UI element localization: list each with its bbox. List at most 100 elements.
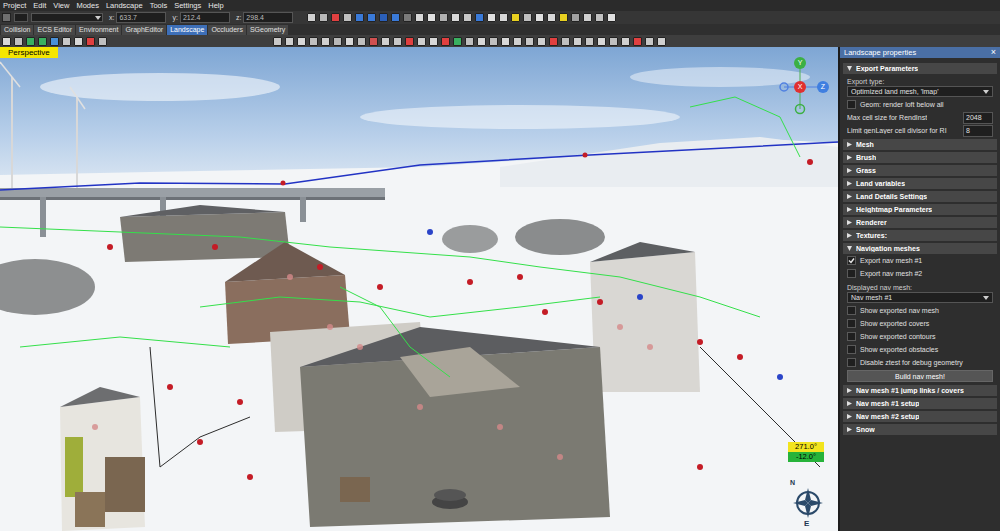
menu-item[interactable]: Tools bbox=[150, 2, 168, 10]
number-field[interactable]: 8 bbox=[963, 125, 993, 137]
section-header[interactable]: Nav mesh #1 jump links / covers bbox=[843, 385, 997, 396]
tool-icon[interactable] bbox=[523, 13, 532, 22]
tool-icon[interactable] bbox=[573, 37, 582, 46]
tool-icon[interactable] bbox=[453, 37, 462, 46]
tool-icon[interactable] bbox=[333, 37, 342, 46]
checkbox-row[interactable]: Geom: render loft below all bbox=[840, 98, 1000, 111]
section-header[interactable]: Textures: bbox=[843, 230, 997, 241]
close-button[interactable]: × bbox=[991, 48, 996, 57]
tool-icon[interactable] bbox=[429, 37, 438, 46]
tool-icon[interactable] bbox=[657, 37, 666, 46]
tool-icon[interactable] bbox=[415, 13, 424, 22]
section-header[interactable]: Heightmap Parameters bbox=[843, 204, 997, 215]
tool-icon[interactable] bbox=[501, 37, 510, 46]
coordinate-value[interactable]: 212.4 bbox=[180, 12, 230, 23]
section-header[interactable]: Export Parameters bbox=[843, 63, 997, 74]
mode-icon[interactable] bbox=[2, 13, 11, 22]
checkbox[interactable] bbox=[847, 358, 856, 367]
tool-icon[interactable] bbox=[86, 37, 95, 46]
tab[interactable]: Occluders bbox=[208, 25, 246, 35]
tool-icon[interactable] bbox=[379, 13, 388, 22]
tool-icon[interactable] bbox=[2, 37, 11, 46]
tool-icon[interactable] bbox=[357, 37, 366, 46]
section-header[interactable]: Snow bbox=[843, 424, 997, 435]
section-header[interactable]: Land Details Settings bbox=[843, 191, 997, 202]
checkbox[interactable] bbox=[847, 256, 856, 265]
tool-icon[interactable] bbox=[38, 37, 47, 46]
tool-icon[interactable] bbox=[50, 37, 59, 46]
tool-icon[interactable] bbox=[513, 37, 522, 46]
tool-icon[interactable] bbox=[439, 13, 448, 22]
tab[interactable]: ECS Editor bbox=[34, 25, 75, 35]
section-header[interactable]: Nav mesh #1 setup bbox=[843, 398, 997, 409]
snap-dropdown[interactable] bbox=[14, 13, 28, 22]
tool-icon[interactable] bbox=[609, 37, 618, 46]
section-header[interactable]: Land variables bbox=[843, 178, 997, 189]
section-header[interactable]: Nav mesh #2 setup bbox=[843, 411, 997, 422]
tool-icon[interactable] bbox=[391, 13, 400, 22]
tool-icon[interactable] bbox=[297, 37, 306, 46]
coordinate-value[interactable]: 298.4 bbox=[243, 12, 293, 23]
tool-icon[interactable] bbox=[393, 37, 402, 46]
button[interactable]: Build nav mesh! bbox=[847, 370, 993, 382]
tool-icon[interactable] bbox=[319, 13, 328, 22]
tool-icon[interactable] bbox=[571, 13, 580, 22]
tool-icon[interactable] bbox=[417, 37, 426, 46]
tool-icon[interactable] bbox=[26, 37, 35, 46]
tool-icon[interactable] bbox=[561, 37, 570, 46]
tool-icon[interactable] bbox=[525, 37, 534, 46]
tool-icon[interactable] bbox=[559, 13, 568, 22]
tool-icon[interactable] bbox=[355, 13, 364, 22]
menu-item[interactable]: Edit bbox=[33, 2, 46, 10]
tool-icon[interactable] bbox=[489, 37, 498, 46]
tool-icon[interactable] bbox=[427, 13, 436, 22]
tool-icon[interactable] bbox=[285, 37, 294, 46]
checkbox-row[interactable]: Disable ztest for debug geometry bbox=[840, 356, 1000, 369]
tool-icon[interactable] bbox=[345, 37, 354, 46]
tool-icon[interactable] bbox=[273, 37, 282, 46]
viewport[interactable]: PerspectiveYXZ271.0°-12.0°NE bbox=[0, 47, 838, 531]
checkbox[interactable] bbox=[847, 306, 856, 315]
checkbox-row[interactable]: Show exported nav mesh bbox=[840, 304, 1000, 317]
tool-icon[interactable] bbox=[633, 37, 642, 46]
tab[interactable]: Collision bbox=[1, 25, 33, 35]
tab[interactable]: SGeometry bbox=[247, 25, 288, 35]
tool-icon[interactable] bbox=[381, 37, 390, 46]
tool-icon[interactable] bbox=[597, 37, 606, 46]
tool-icon[interactable] bbox=[367, 13, 376, 22]
tool-icon[interactable] bbox=[499, 13, 508, 22]
tool-icon[interactable] bbox=[583, 13, 592, 22]
tool-icon[interactable] bbox=[535, 13, 544, 22]
coordinate-value[interactable]: 633.7 bbox=[116, 12, 166, 23]
checkbox[interactable] bbox=[847, 332, 856, 341]
tool-icon[interactable] bbox=[62, 37, 71, 46]
tool-icon[interactable] bbox=[607, 13, 616, 22]
tool-icon[interactable] bbox=[475, 13, 484, 22]
tool-icon[interactable] bbox=[547, 13, 556, 22]
tool-icon[interactable] bbox=[307, 13, 316, 22]
tool-icon[interactable] bbox=[645, 37, 654, 46]
tool-icon[interactable] bbox=[511, 13, 520, 22]
menu-item[interactable]: Help bbox=[208, 2, 223, 10]
layer-dropdown[interactable] bbox=[31, 13, 103, 22]
tool-icon[interactable] bbox=[621, 37, 630, 46]
tool-icon[interactable] bbox=[549, 37, 558, 46]
tool-icon[interactable] bbox=[331, 13, 340, 22]
tool-icon[interactable] bbox=[477, 37, 486, 46]
tool-icon[interactable] bbox=[14, 37, 23, 46]
checkbox-row[interactable]: Show exported contours bbox=[840, 330, 1000, 343]
section-header[interactable]: Navigation meshes bbox=[843, 243, 997, 254]
tool-icon[interactable] bbox=[405, 37, 414, 46]
tool-icon[interactable] bbox=[441, 37, 450, 46]
checkbox[interactable] bbox=[847, 319, 856, 328]
tool-icon[interactable] bbox=[487, 13, 496, 22]
tool-icon[interactable] bbox=[537, 37, 546, 46]
axis-gizmo[interactable]: YXZ bbox=[776, 53, 832, 115]
tool-icon[interactable] bbox=[463, 13, 472, 22]
checkbox[interactable] bbox=[847, 100, 856, 109]
tool-icon[interactable] bbox=[595, 13, 604, 22]
menu-item[interactable]: Modes bbox=[76, 2, 99, 10]
checkbox-row[interactable]: Show exported obstacles bbox=[840, 343, 1000, 356]
section-header[interactable]: Brush bbox=[843, 152, 997, 163]
section-header[interactable]: Mesh bbox=[843, 139, 997, 150]
